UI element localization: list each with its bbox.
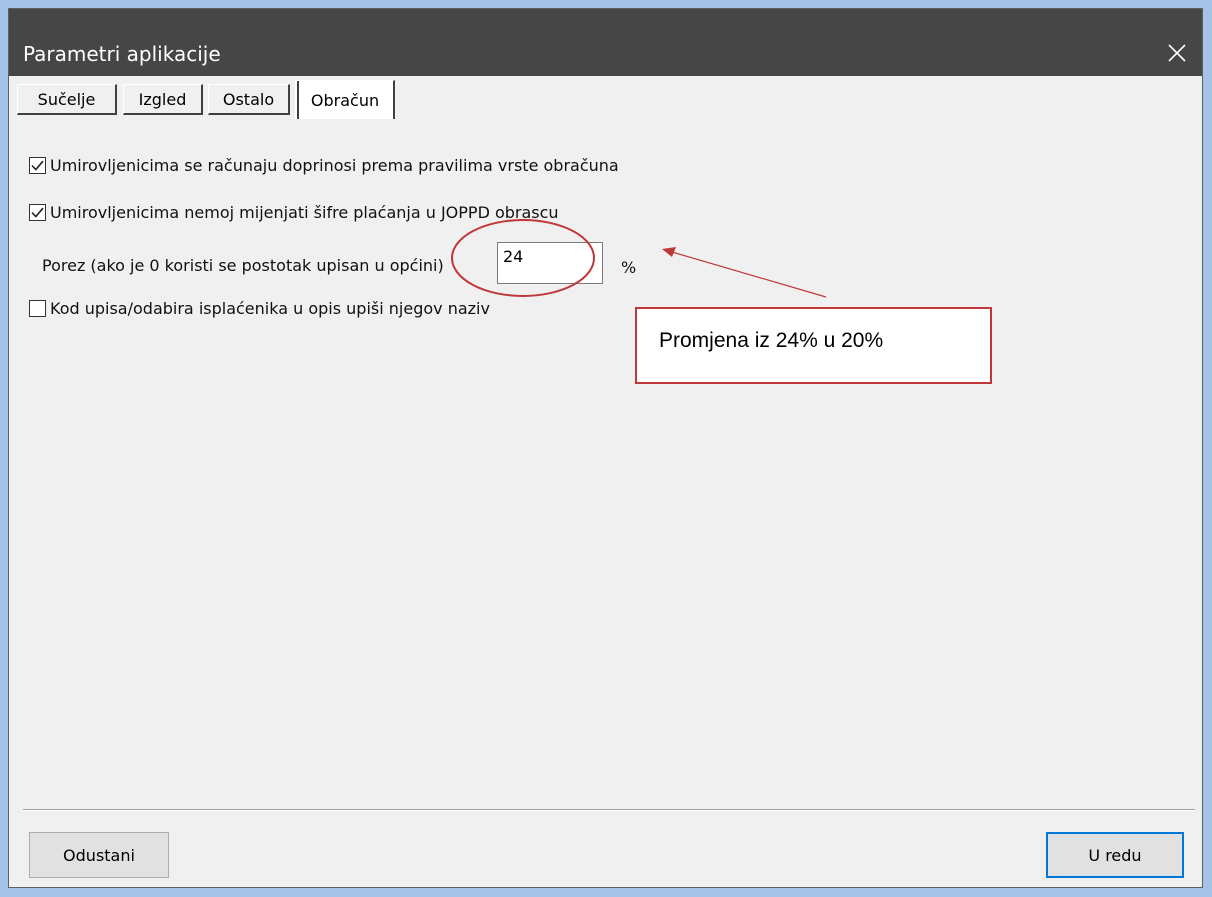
annotation-text: Promjena iz 24% u 20%: [659, 329, 884, 352]
checkbox-naziv[interactable]: [29, 300, 46, 317]
tab-izgled[interactable]: Izgled: [123, 84, 203, 115]
option-row-doprinosi[interactable]: Umirovljenicima se računaju doprinosi pr…: [29, 156, 619, 175]
close-button[interactable]: [1152, 33, 1202, 73]
option-label-naziv: Kod upisa/odabira isplaćenika u opis upi…: [50, 299, 490, 318]
tax-unit-label: %: [621, 258, 637, 277]
checkbox-joppd[interactable]: [29, 204, 46, 221]
cancel-button[interactable]: Odustani: [29, 832, 169, 878]
annotation-callout: Promjena iz 24% u 20%: [635, 307, 992, 384]
option-label-doprinosi: Umirovljenicima se računaju doprinosi pr…: [50, 156, 619, 175]
bottom-separator: [23, 809, 1195, 811]
option-row-naziv[interactable]: Kod upisa/odabira isplaćenika u opis upi…: [29, 299, 490, 318]
tax-field-label: Porez (ako je 0 koristi se postotak upis…: [42, 256, 444, 275]
close-icon: [1168, 44, 1186, 62]
tax-rate-input[interactable]: [497, 242, 603, 284]
option-row-joppd[interactable]: Umirovljenicima nemoj mijenjati šifre pl…: [29, 203, 559, 222]
checkmark-icon: [31, 160, 44, 171]
app-dialog: Parametri aplikacije Sučelje Izgled Osta…: [8, 8, 1203, 888]
checkbox-doprinosi[interactable]: [29, 157, 46, 174]
ok-button[interactable]: U redu: [1046, 832, 1184, 878]
window-title: Parametri aplikacije: [23, 42, 221, 66]
tab-sucelje[interactable]: Sučelje: [17, 84, 117, 115]
option-label-joppd: Umirovljenicima nemoj mijenjati šifre pl…: [50, 203, 559, 222]
tab-ostalo[interactable]: Ostalo: [208, 84, 290, 115]
tab-obracun[interactable]: Obračun: [295, 80, 395, 119]
checkmark-icon: [31, 207, 44, 218]
title-bar: Parametri aplikacije: [9, 9, 1202, 76]
